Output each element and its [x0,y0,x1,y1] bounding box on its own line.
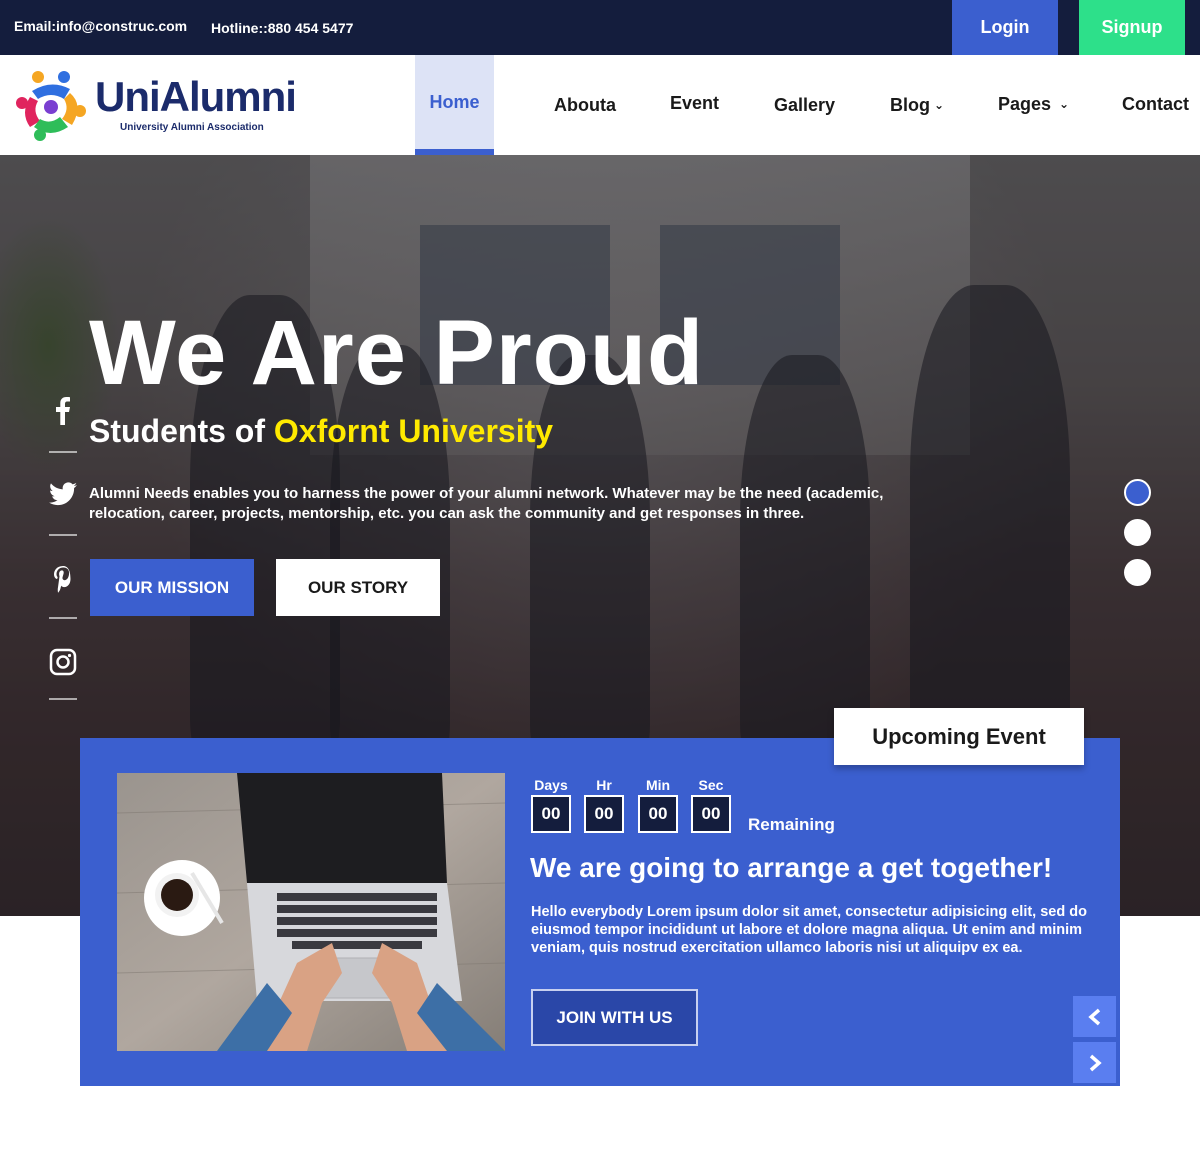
nav-about-label: Abouta [554,94,616,115]
countdown-remaining-label: Remaining [748,815,835,834]
nav-home-label: Home [429,91,480,112]
countdown-seconds: 00 [691,795,731,833]
nav-about[interactable]: Abouta [554,55,616,155]
top-bar: Email:info@construc.com Hotline::880 454… [0,0,1200,55]
social-divider [49,451,77,453]
event-title: We are going to arrange a get together! [530,852,1053,883]
upcoming-event-tab[interactable]: Upcoming Event [834,708,1084,765]
countdown-label-hr: Hr [596,777,612,793]
nav-contact[interactable]: Contact [1122,54,1189,154]
nav-event[interactable]: Event [670,53,719,153]
logo-icon[interactable] [14,69,88,143]
social-divider [49,617,77,619]
instagram-icon[interactable] [48,647,78,677]
twitter-icon[interactable] [48,479,78,509]
event-description: Hello everybody Lorem ipsum dolor sit am… [531,904,1087,956]
countdown-days: 00 [531,795,571,833]
signup-button[interactable]: Signup [1079,0,1185,55]
chevron-right-icon [1089,1054,1102,1071]
chevron-left-icon [1087,1008,1100,1025]
countdown-label-days: Days [534,777,568,793]
laptop-photo-illustration [117,773,505,1051]
chevron-down-icon: ⌄ [1059,97,1070,111]
nav-pages[interactable]: Pages ⌄ [998,54,1069,154]
pinterest-icon[interactable] [48,565,78,595]
nav-contact-label: Contact [1122,93,1189,114]
hero-title: We Are Proud [89,302,705,404]
join-with-us-button[interactable]: JOIN WITH US [531,989,698,1046]
event-image [117,773,505,1051]
countdown-minutes: 00 [638,795,678,833]
hero-subtitle-prefix: Students of [89,413,274,449]
event-next-button[interactable] [1073,1042,1116,1083]
slider-dot-3[interactable] [1124,559,1151,586]
nav-home[interactable]: Home [415,55,494,155]
nav-blog[interactable]: Blog ⌄ [890,55,944,155]
countdown-label-sec: Sec [698,777,724,793]
our-mission-button[interactable]: OUR MISSION [90,559,254,616]
slider-dot-1[interactable] [1124,479,1151,506]
hero-description: Alumni Needs enables you to harness the … [89,485,884,522]
nav-pages-label: Pages [998,93,1052,114]
countdown-label-min: Min [645,777,671,793]
chevron-down-icon: ⌄ [934,98,945,112]
login-button[interactable]: Login [952,0,1058,55]
social-divider [49,534,77,536]
brand-uni: Uni [95,73,161,120]
brand-name[interactable]: UniAlumni [95,73,297,121]
nav-gallery[interactable]: Gallery [774,55,835,155]
contact-hotline[interactable]: Hotline::880 454 5477 [211,20,353,36]
contact-email[interactable]: Email:info@construc.com [14,18,187,34]
brand-tagline: University Alumni Association [120,122,264,133]
nav-event-label: Event [670,92,720,113]
brand-alumni: Alumni [159,73,297,120]
hero-subtitle-highlight: Oxfornt University [273,413,554,449]
event-prev-button[interactable] [1073,996,1116,1037]
nav-blog-label: Blog [890,94,930,115]
our-story-button[interactable]: OUR STORY [276,559,440,616]
social-divider [49,698,77,700]
facebook-icon[interactable] [48,395,78,425]
hero-subtitle: Students of Oxfornt University [89,413,553,450]
countdown-hours: 00 [584,795,624,833]
nav-gallery-label: Gallery [774,94,836,115]
main-navbar: UniAlumni University Alumni Association … [0,55,1200,155]
slider-dot-2[interactable] [1124,519,1151,546]
